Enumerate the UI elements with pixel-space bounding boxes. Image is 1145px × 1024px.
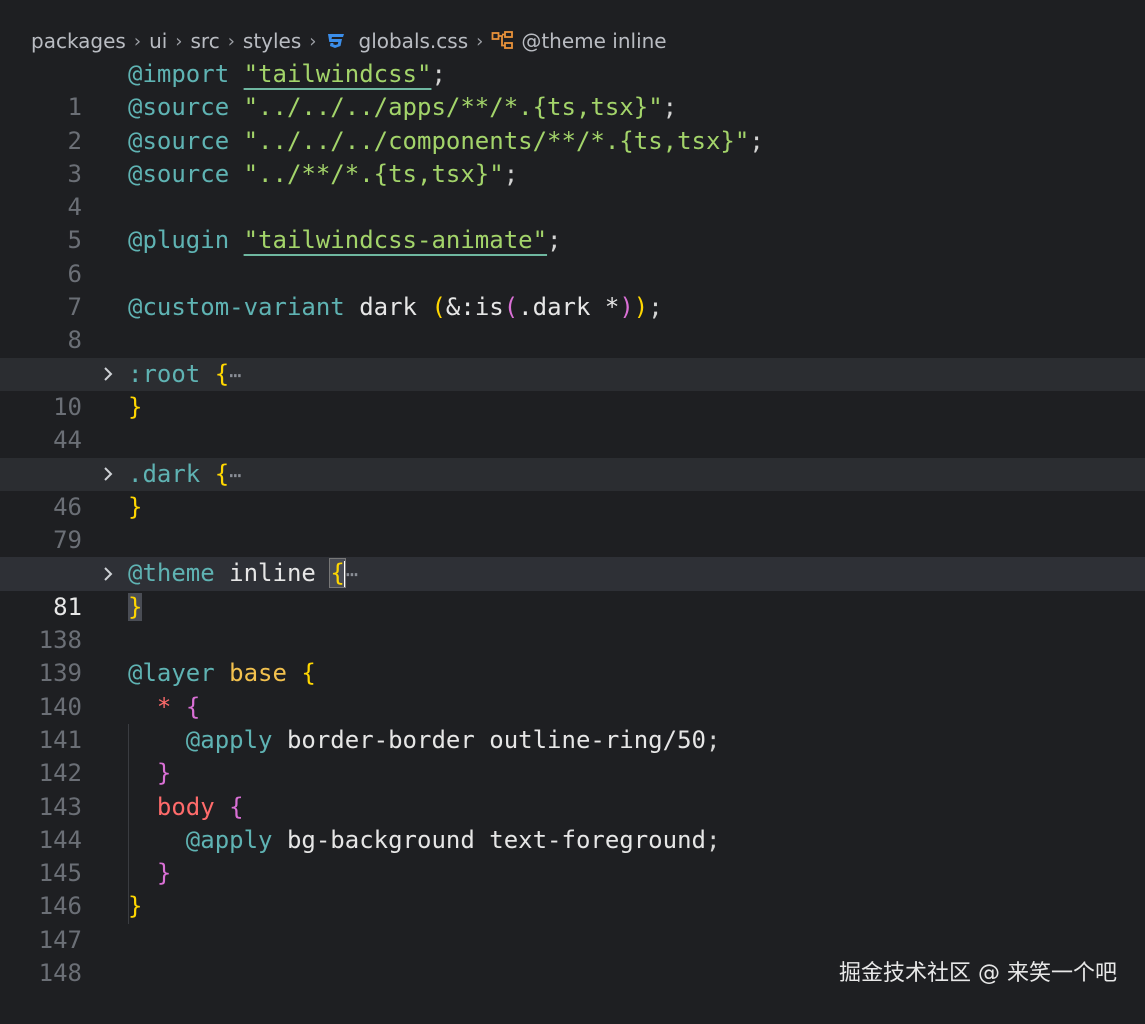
watermark: 掘金技术社区 @ 来笑一个吧 (839, 961, 1117, 986)
line-code: } (128, 392, 143, 421)
code-line[interactable]: 2 @source "../../../apps/**/*.{ts,tsx}"; (0, 91, 1145, 154)
code-line[interactable]: 148 (0, 924, 1145, 987)
line-code: @custom-variant dark (&:is(.dark *)); (128, 293, 663, 322)
code-line[interactable]: 139 (0, 624, 1145, 687)
code-line[interactable]: 142 @apply border-border outline-ring/50… (0, 724, 1145, 787)
fold-chevron-icon[interactable] (101, 358, 115, 391)
code-line[interactable]: 79 } (0, 491, 1145, 554)
code-line-folded[interactable]: 10 :root {⋯ (0, 357, 1145, 421)
fold-chevron-icon[interactable] (101, 458, 115, 491)
line-code: @import "tailwindcss"; (128, 60, 446, 88)
line-code: @layer base { (128, 659, 316, 688)
css-file-icon (327, 34, 344, 48)
line-code: @source "../**/*.{ts,tsx}"; (128, 159, 519, 188)
fold-ellipsis-icon: ⋯ (229, 362, 242, 387)
breadcrumb-packages[interactable]: packages (31, 29, 126, 53)
breadcrumb-symbol-label: @theme inline (521, 29, 667, 53)
fold-chevron-icon[interactable] (101, 557, 115, 590)
code-line[interactable]: 4 @source "../**/*.{ts,tsx}"; (0, 158, 1145, 221)
code-line[interactable]: 140 @layer base { (0, 657, 1145, 720)
line-code: @theme inline {⋯ (128, 558, 358, 589)
top-strip (0, 0, 1145, 12)
code-editor[interactable]: 1 @import "tailwindcss"; 2 @source "../.… (0, 58, 1145, 987)
fold-ellipsis-icon: ⋯ (345, 562, 358, 587)
line-code: body { (156, 792, 244, 821)
chevron-right-icon: › (133, 30, 142, 52)
breadcrumb: packages › ui › src › styles › globals.c… (31, 26, 667, 56)
code-line-folded[interactable]: 46 .dark {⋯ (0, 457, 1145, 521)
line-code: @source "../../../components/**/*.{ts,ts… (128, 126, 764, 155)
code-line[interactable]: 3 @source "../../../components/**/*.{ts,… (0, 125, 1145, 188)
symbol-namespace-icon (491, 31, 514, 49)
breadcrumb-src[interactable]: src (191, 29, 220, 53)
fold-ellipsis-icon: ⋯ (229, 462, 242, 487)
code-line[interactable]: 143 } (0, 757, 1145, 820)
line-code: } (128, 492, 143, 521)
line-code: } (156, 759, 172, 788)
line-number: 148 (38, 959, 82, 988)
chevron-right-icon: › (227, 30, 235, 52)
code-line[interactable]: 147 } (0, 890, 1145, 953)
line-code: .dark {⋯ (128, 459, 242, 488)
code-line[interactable]: 146 } (0, 857, 1145, 920)
code-line[interactable]: 145 @apply bg-background text-foreground… (0, 824, 1145, 887)
code-line[interactable]: 7 (0, 258, 1145, 321)
line-code: } (156, 859, 172, 888)
code-line[interactable]: 5 (0, 191, 1145, 254)
code-line[interactable]: 6 @plugin "tailwindcss-animate"; (0, 224, 1145, 287)
code-line-current[interactable]: 81 @theme inline {⋯ (0, 557, 1145, 621)
code-line[interactable]: 45 (0, 424, 1145, 488)
line-code: @plugin "tailwindcss-animate"; (128, 226, 562, 255)
code-line[interactable]: 8 @custom-variant dark (&:is(.dark *)); (0, 291, 1145, 354)
code-line[interactable]: 1 @import "tailwindcss"; (0, 58, 1145, 121)
line-code: } (128, 892, 143, 921)
breadcrumb-styles[interactable]: styles (243, 29, 301, 53)
line-code: :root {⋯ (128, 359, 242, 388)
chevron-right-icon: › (309, 30, 317, 52)
line-code: @apply bg-background text-foreground; (185, 825, 721, 854)
code-line[interactable]: 138 } (0, 591, 1145, 654)
chevron-right-icon: › (476, 30, 484, 52)
code-line[interactable]: 144 body { (0, 791, 1145, 854)
code-line[interactable]: 9 (0, 324, 1145, 388)
code-line[interactable]: 141 * { (0, 691, 1145, 754)
line-code: @apply border-border outline-ring/50; (185, 725, 721, 754)
code-line[interactable]: 44 } (0, 391, 1145, 454)
breadcrumb-symbol[interactable]: @theme inline (491, 29, 667, 53)
line-code: * { (156, 692, 201, 721)
line-code: } (128, 592, 143, 621)
breadcrumb-file[interactable]: globals.css (325, 29, 469, 53)
breadcrumb-file-label: globals.css (358, 29, 469, 53)
code-line[interactable]: 80 (0, 524, 1145, 587)
breadcrumb-ui[interactable]: ui (149, 29, 167, 53)
chevron-right-icon: › (175, 30, 183, 52)
line-code: @source "../../../apps/**/*.{ts,tsx}"; (128, 93, 678, 122)
